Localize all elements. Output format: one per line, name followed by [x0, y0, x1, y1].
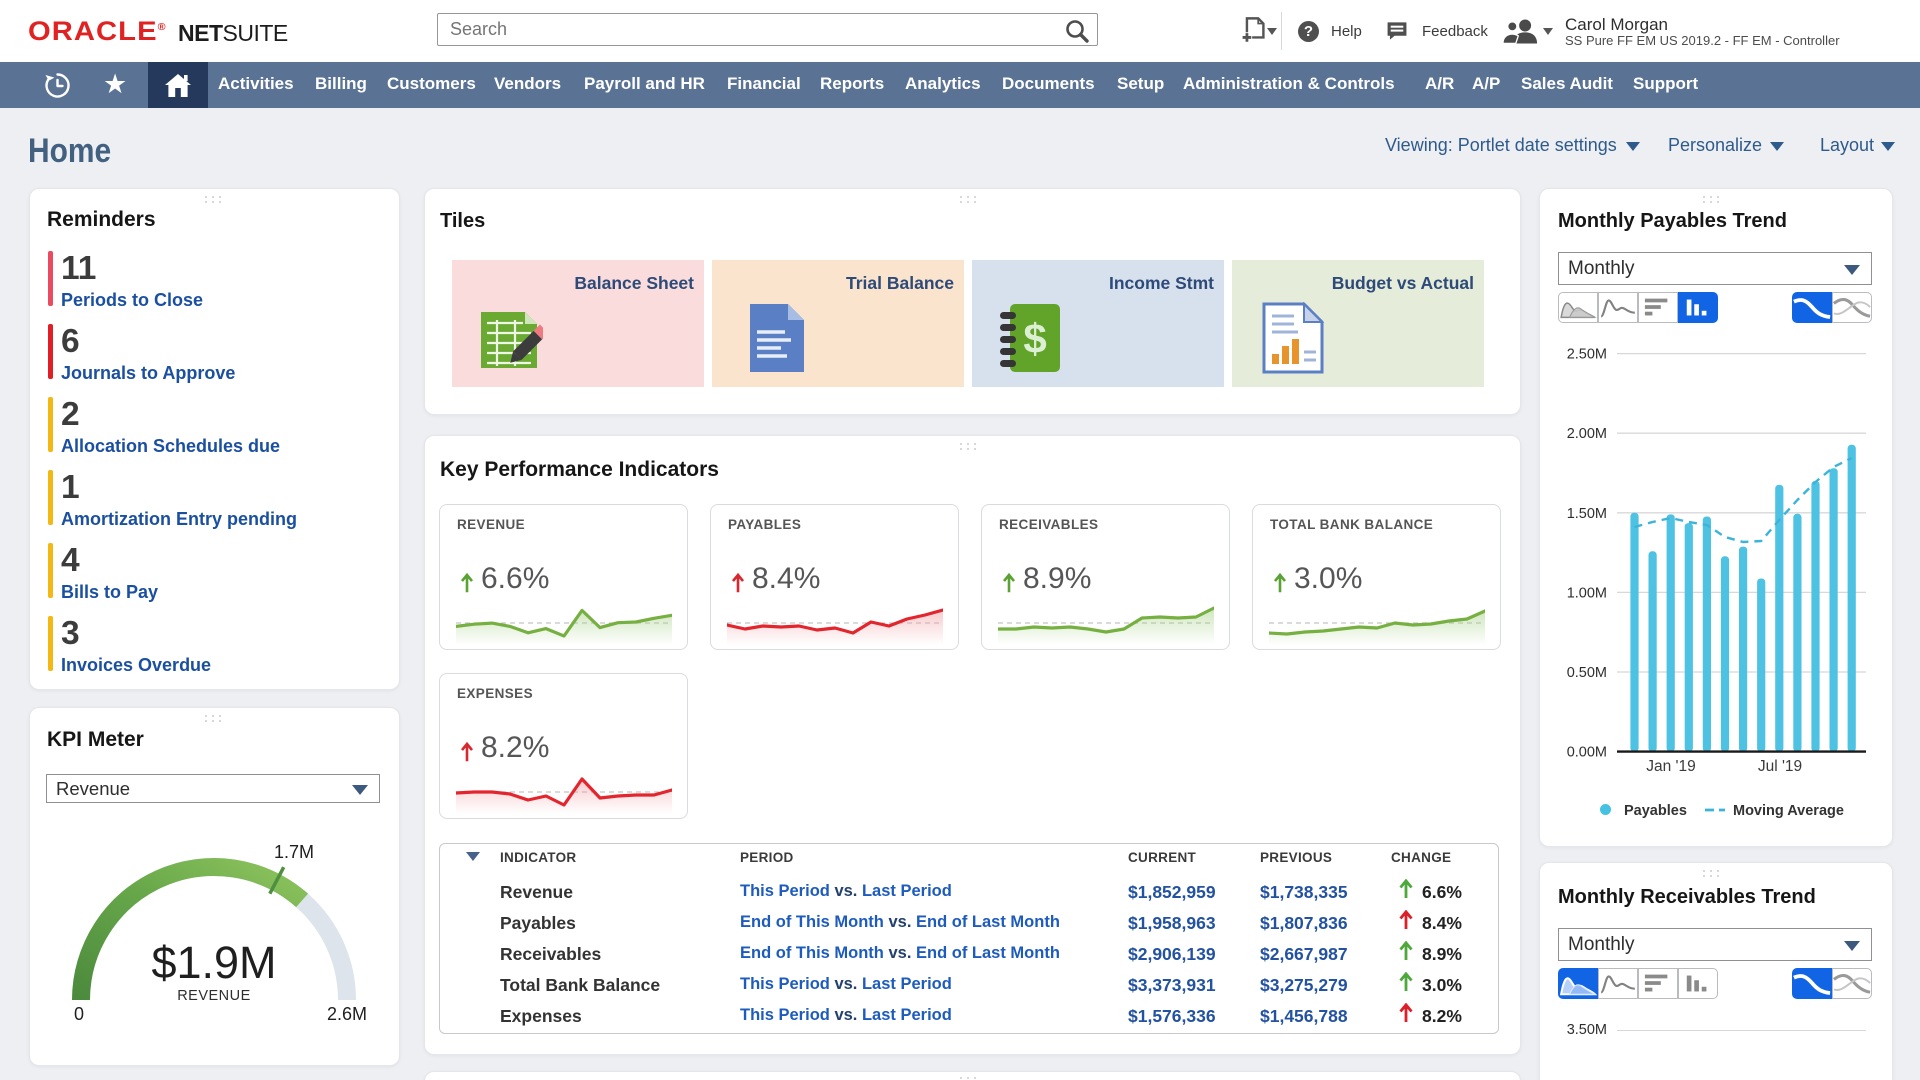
svg-text:0.00M: 0.00M	[1567, 745, 1607, 761]
svg-text:Jul '19: Jul '19	[1758, 758, 1802, 775]
svg-text:1.00M: 1.00M	[1567, 585, 1607, 601]
svg-text:0: 0	[74, 1004, 84, 1024]
svg-text:2.6M: 2.6M	[327, 1004, 367, 1024]
svg-text:2.50M: 2.50M	[1567, 347, 1607, 363]
svg-text:REVENUE: REVENUE	[177, 988, 251, 1004]
svg-text:Jan '19: Jan '19	[1646, 758, 1696, 775]
svg-text:$: $	[1023, 315, 1046, 362]
svg-text:1.50M: 1.50M	[1567, 506, 1607, 522]
svg-text:2.00M: 2.00M	[1567, 426, 1607, 442]
svg-text:$1.9M: $1.9M	[151, 937, 276, 988]
svg-text:0.50M: 0.50M	[1567, 665, 1607, 681]
svg-text:1.7M: 1.7M	[274, 842, 314, 862]
